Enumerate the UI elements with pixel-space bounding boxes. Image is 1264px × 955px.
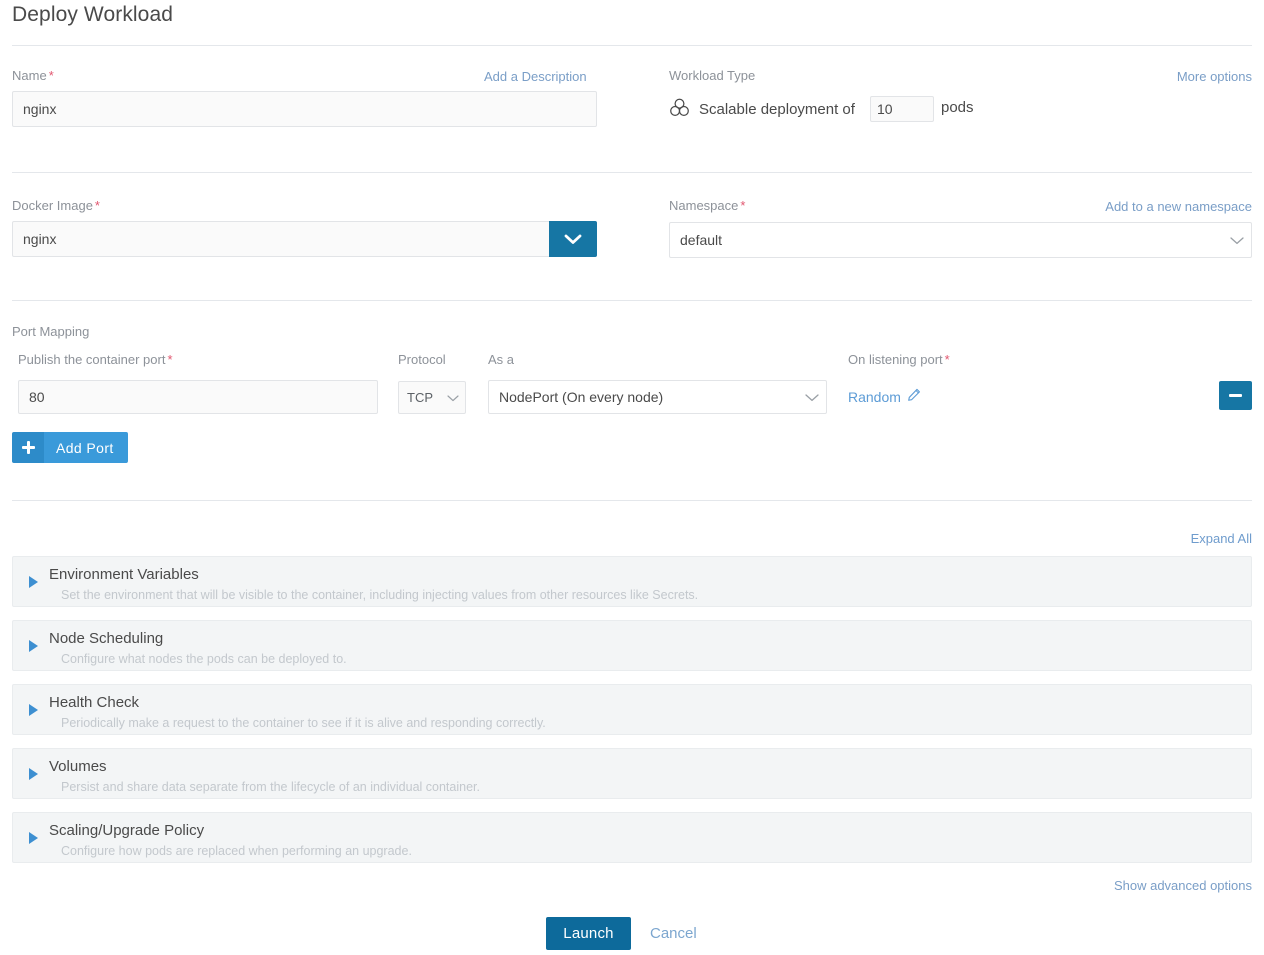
expand-all-link[interactable]: Expand All bbox=[1191, 531, 1252, 546]
divider-top bbox=[12, 45, 1252, 46]
accordion-title: Node Scheduling bbox=[49, 630, 164, 647]
workload-type-label: Workload Type bbox=[669, 68, 756, 83]
listening-port-edit-link[interactable]: Random bbox=[848, 388, 921, 405]
docker-image-required-marker: * bbox=[94, 198, 100, 213]
triangle-right-icon bbox=[29, 831, 38, 844]
accordion-node-scheduling[interactable]: Node Scheduling Configure what nodes the… bbox=[12, 620, 1252, 671]
accordion-environment-variables[interactable]: Environment Variables Set the environmen… bbox=[12, 556, 1252, 607]
show-advanced-options-link[interactable]: Show advanced options bbox=[1114, 878, 1252, 893]
name-label-text: Name bbox=[12, 68, 47, 83]
accordion-description: Configure what nodes the pods can be dep… bbox=[61, 652, 347, 666]
name-required-marker: * bbox=[48, 68, 54, 83]
add-description-link[interactable]: Add a Description bbox=[484, 69, 587, 84]
publish-port-required-marker: * bbox=[167, 352, 173, 367]
divider-port-section bbox=[12, 500, 1252, 501]
docker-image-input[interactable] bbox=[12, 221, 597, 257]
divider-name-section bbox=[12, 172, 1252, 173]
page-title: Deploy Workload bbox=[12, 3, 174, 26]
launch-button[interactable]: Launch bbox=[546, 917, 631, 950]
docker-image-label-text: Docker Image bbox=[12, 198, 93, 213]
accordion-title: Volumes bbox=[49, 758, 107, 775]
port-mapping-section-label: Port Mapping bbox=[12, 324, 90, 339]
minus-icon bbox=[1229, 394, 1242, 397]
name-label: Name * bbox=[12, 68, 54, 83]
more-options-link[interactable]: More options bbox=[1177, 69, 1252, 84]
namespace-label: Namespace * bbox=[669, 198, 745, 213]
namespace-required-marker: * bbox=[740, 198, 746, 213]
name-input[interactable] bbox=[12, 91, 597, 127]
docker-image-label: Docker Image * bbox=[12, 198, 100, 213]
accordion-title: Environment Variables bbox=[49, 566, 199, 583]
triangle-right-icon bbox=[29, 639, 38, 652]
add-port-button[interactable]: Add Port bbox=[12, 432, 128, 463]
triangle-right-icon bbox=[29, 575, 38, 588]
accordion-title: Health Check bbox=[49, 694, 140, 711]
chevron-down-icon bbox=[441, 393, 465, 403]
publish-port-label: Publish the container port * bbox=[18, 352, 173, 367]
namespace-select[interactable]: default bbox=[669, 222, 1252, 258]
listening-port-label-text: On listening port bbox=[848, 352, 943, 367]
cancel-button[interactable]: Cancel bbox=[650, 925, 697, 942]
deploy-workload-form: Deploy Workload Name * Add a Description … bbox=[0, 0, 1264, 955]
workload-type-row: Scalable deployment of bbox=[669, 96, 855, 122]
chevron-down-icon bbox=[1223, 235, 1251, 246]
accordion-volumes[interactable]: Volumes Persist and share data separate … bbox=[12, 748, 1252, 799]
chevron-down-icon bbox=[798, 392, 826, 403]
publish-port-label-text: Publish the container port bbox=[18, 352, 166, 367]
protocol-label: Protocol bbox=[398, 352, 446, 367]
accordion-description: Set the environment that will be visible… bbox=[61, 588, 699, 602]
service-type-select[interactable]: NodePort (On every node) bbox=[488, 380, 827, 414]
namespace-selected-value: default bbox=[680, 232, 723, 248]
accordion-description: Persist and share data separate from the… bbox=[61, 780, 480, 794]
listening-port-required-marker: * bbox=[944, 352, 950, 367]
accordion-description: Configure how pods are replaced when per… bbox=[61, 844, 412, 858]
accordion-description: Periodically make a request to the conta… bbox=[61, 716, 546, 730]
docker-image-dropdown-button[interactable] bbox=[549, 221, 597, 257]
service-type-selected-value: NodePort (On every node) bbox=[499, 389, 664, 405]
container-port-input[interactable] bbox=[18, 380, 378, 414]
triangle-right-icon bbox=[29, 767, 38, 780]
plus-icon bbox=[12, 432, 44, 463]
divider-image-section bbox=[12, 300, 1252, 301]
pods-count-input[interactable] bbox=[870, 96, 934, 122]
as-a-label: As a bbox=[488, 352, 515, 367]
namespace-label-text: Namespace bbox=[669, 198, 739, 213]
accordion-title: Scaling/Upgrade Policy bbox=[49, 822, 205, 839]
add-port-button-label: Add Port bbox=[44, 432, 128, 463]
add-new-namespace-link[interactable]: Add to a new namespace bbox=[1105, 199, 1252, 214]
triangle-right-icon bbox=[29, 703, 38, 716]
pencil-icon bbox=[907, 388, 921, 405]
accordion-scaling-upgrade-policy[interactable]: Scaling/Upgrade Policy Configure how pod… bbox=[12, 812, 1252, 863]
scalable-deployment-icon bbox=[669, 97, 690, 121]
chevron-down-icon bbox=[563, 232, 583, 246]
remove-port-button[interactable] bbox=[1219, 381, 1252, 410]
listening-port-label: On listening port * bbox=[848, 352, 950, 367]
workload-type-prefix: Scalable deployment of bbox=[699, 100, 855, 118]
pods-suffix-label: pods bbox=[941, 99, 974, 116]
listening-port-value: Random bbox=[848, 388, 901, 405]
accordion-health-check[interactable]: Health Check Periodically make a request… bbox=[12, 684, 1252, 735]
protocol-select[interactable]: TCP bbox=[398, 381, 466, 414]
protocol-selected-value: TCP bbox=[407, 390, 433, 405]
